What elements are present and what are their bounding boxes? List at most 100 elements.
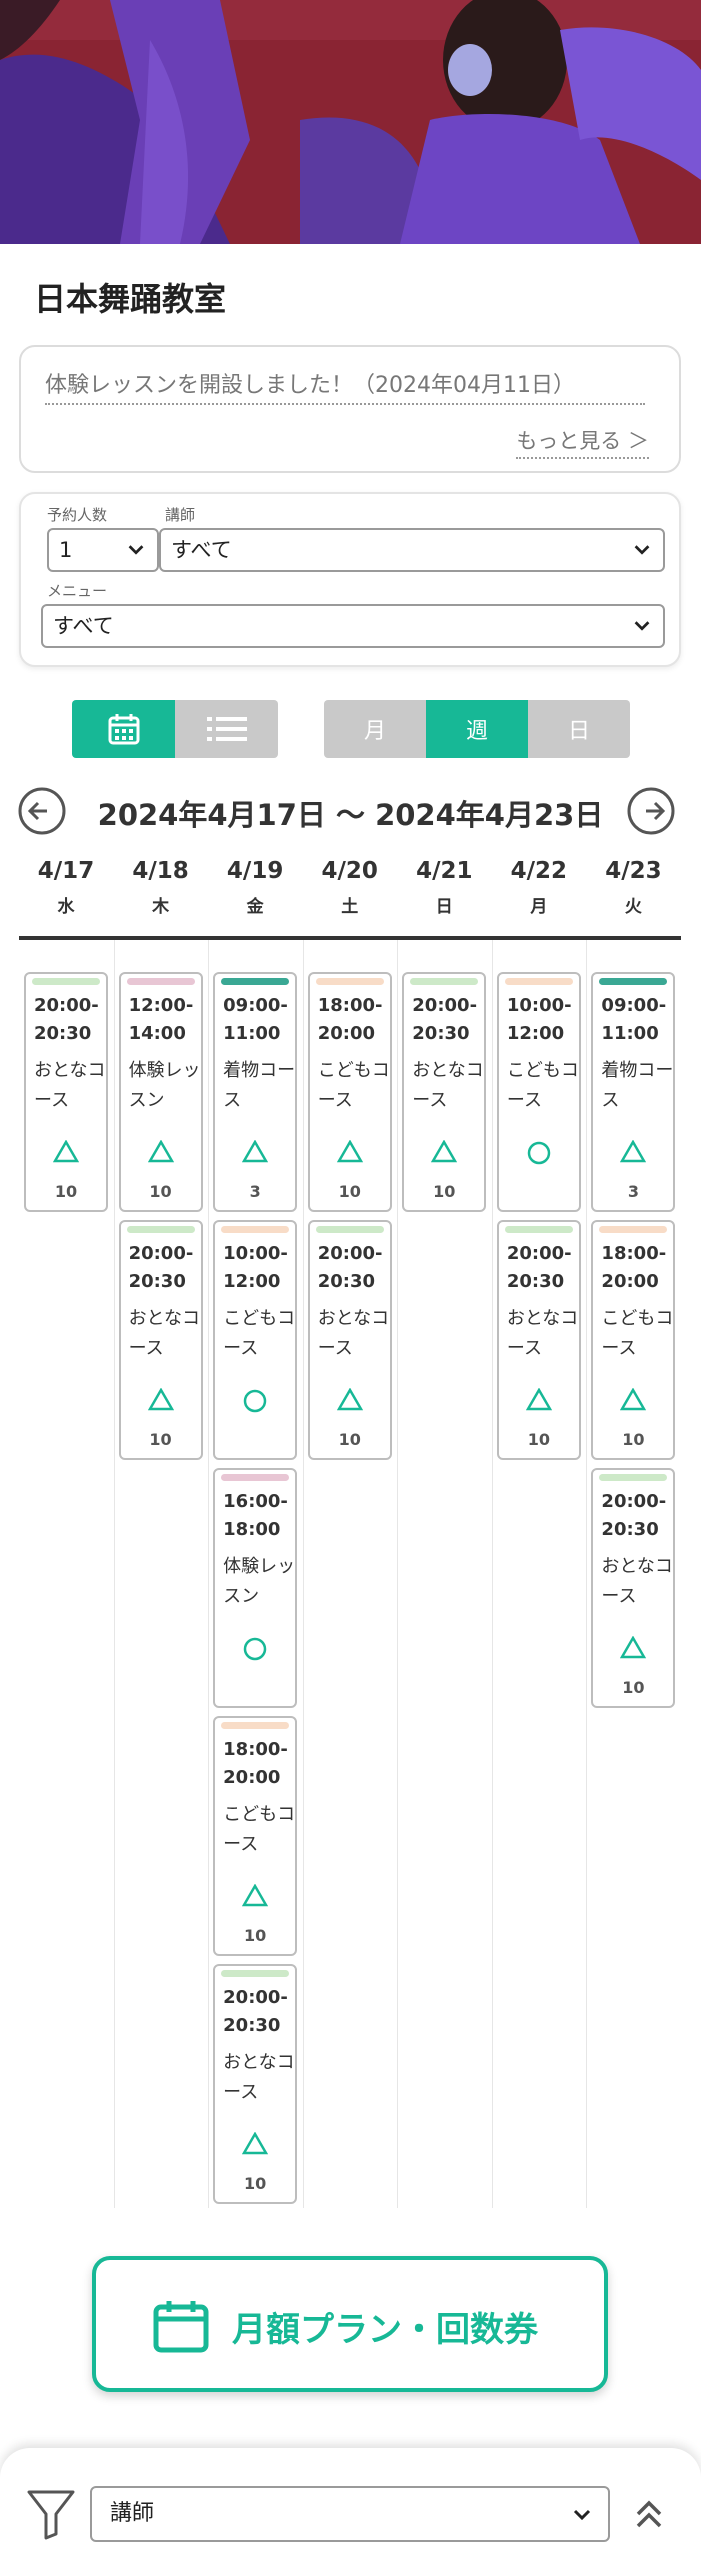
triangle-icon xyxy=(242,1884,269,1907)
notice-card[interactable]: 体験レッスンを開設しました！（2024年04月11日） もっと見る ＞ xyxy=(19,345,681,473)
lesson-slot[interactable]: 09:00- 11:00 着物コース 3 xyxy=(213,972,298,1212)
course-color-bar xyxy=(221,1970,290,1977)
lesson-slot[interactable]: 10:00- 12:00 こどもコース xyxy=(496,972,581,1212)
filter-funnel-icon[interactable] xyxy=(26,2488,76,2540)
bottom-teacher-select[interactable]: 講師 xyxy=(90,2486,610,2542)
lesson-slot[interactable]: 20:00- 20:30 おとなコース 10 xyxy=(213,1964,298,2204)
slot-time: 09:00- 11:00 xyxy=(601,992,666,1048)
lesson-slot[interactable]: 20:00- 20:30 おとなコース 10 xyxy=(118,1220,203,1460)
availability-mark xyxy=(499,1388,579,1416)
day-header: 4/20 土 xyxy=(303,858,397,917)
more-link[interactable]: もっと見る ＞ xyxy=(516,425,649,459)
slot-time: 20:00- 20:30 xyxy=(507,1240,572,1296)
list-icon xyxy=(206,717,247,741)
day-date: 4/21 xyxy=(416,858,473,884)
slot-time: 20:00- 20:30 xyxy=(34,992,99,1048)
slot-time: 10:00- 12:00 xyxy=(507,992,572,1048)
availability-mark xyxy=(593,1636,673,1664)
people-select[interactable]: 1 xyxy=(47,528,159,572)
teacher-select[interactable]: すべて xyxy=(159,528,665,572)
slot-time-end: 20:30 xyxy=(223,2015,281,2036)
lesson-slot[interactable]: 20:00- 20:30 おとなコース 10 xyxy=(496,1220,581,1460)
course-color-bar xyxy=(599,1226,668,1233)
lesson-slot[interactable]: 10:00- 12:00 こどもコース xyxy=(213,1220,298,1460)
day-weekday: 日 xyxy=(435,897,453,917)
day-weekday: 火 xyxy=(624,897,642,917)
day-header: 4/22 月 xyxy=(492,858,586,917)
list-view-button[interactable] xyxy=(175,700,278,758)
course-color-bar xyxy=(315,1226,384,1233)
course-color-bar xyxy=(221,1474,290,1481)
slot-time-end: 12:00 xyxy=(223,1271,281,1292)
day-header: 4/18 木 xyxy=(114,858,208,917)
day-weekday: 金 xyxy=(246,897,264,917)
course-color-bar xyxy=(599,1474,668,1481)
calendar-icon xyxy=(153,2301,209,2353)
availability-mark xyxy=(26,1140,106,1168)
slot-time-start: 09:00- xyxy=(601,995,667,1016)
day-date: 4/18 xyxy=(132,858,189,884)
triangle-icon xyxy=(147,1140,174,1163)
availability-mark xyxy=(215,1388,295,1416)
lesson-slot[interactable]: 18:00- 20:00 こどもコース 10 xyxy=(307,972,392,1212)
menu-select-value: すべて xyxy=(53,614,114,638)
lesson-slot[interactable]: 20:00- 20:30 おとなコース 10 xyxy=(402,972,487,1212)
triangle-icon xyxy=(242,1140,269,1163)
slot-time-start: 09:00- xyxy=(223,995,288,1016)
tab-month[interactable]: 月 xyxy=(324,700,426,758)
slot-time-end: 20:00 xyxy=(223,1767,281,1788)
course-color-bar xyxy=(126,1226,195,1233)
slot-time-end: 12:00 xyxy=(506,1023,565,1044)
chevron-down-icon xyxy=(128,545,144,555)
triangle-icon xyxy=(53,1140,79,1163)
day-weekday: 水 xyxy=(57,897,75,917)
calendar-view-button[interactable] xyxy=(72,700,175,758)
tab-week[interactable]: 週 xyxy=(426,700,528,758)
slot-course-name: こどもコース xyxy=(223,1308,296,1359)
circle-icon xyxy=(243,1637,267,1661)
day-weekday: 木 xyxy=(152,897,170,917)
slot-capacity: 10 xyxy=(244,2174,267,2193)
slot-time-start: 20:00- xyxy=(128,1243,194,1264)
course-color-bar xyxy=(315,978,384,985)
slot-capacity: 10 xyxy=(338,1182,361,1201)
triangle-icon xyxy=(620,1140,647,1163)
lesson-slot[interactable]: 12:00- 14:00 体験レッスン 10 xyxy=(118,972,203,1212)
lesson-slot[interactable]: 18:00- 20:00 こどもコース 10 xyxy=(591,1220,676,1460)
monthly-plan-button[interactable]: 月額プラン・回数券 xyxy=(92,2256,608,2392)
view-toggle xyxy=(72,700,278,758)
availability-mark xyxy=(404,1140,484,1168)
lesson-slot[interactable]: 18:00- 20:00 こどもコース 10 xyxy=(213,1716,298,1956)
slot-course-name: こどもコース xyxy=(317,1060,390,1111)
availability-mark xyxy=(310,1388,390,1416)
slot-time: 09:00- 11:00 xyxy=(223,992,288,1048)
date-range-nav: 2024年4月17日 〜 2024年4月23日 xyxy=(0,782,701,842)
slot-time-start: 20:00- xyxy=(601,1491,667,1512)
lesson-slot[interactable]: 16:00- 18:00 体験レッスン xyxy=(213,1468,298,1708)
next-week-button[interactable] xyxy=(626,786,676,836)
slot-course-name: こどもコース xyxy=(601,1308,674,1359)
notice-text[interactable]: 体験レッスンを開設しました！（2024年04月11日） xyxy=(45,367,645,405)
slot-capacity: 3 xyxy=(627,1182,639,1201)
day-header: 4/19 金 xyxy=(208,858,302,917)
slot-time: 20:00- 20:30 xyxy=(412,992,477,1048)
course-color-bar xyxy=(221,1722,290,1729)
availability-mark xyxy=(215,2132,295,2160)
double-chevron-up-icon[interactable] xyxy=(632,2494,666,2534)
lesson-slot[interactable]: 20:00- 20:30 おとなコース 10 xyxy=(591,1468,676,1708)
menu-select[interactable]: すべて xyxy=(41,604,665,648)
slot-course-name: 着物コース xyxy=(223,1060,296,1111)
column-divider xyxy=(208,940,210,2208)
lesson-slot[interactable]: 20:00- 20:30 おとなコース 10 xyxy=(24,972,108,1212)
slot-time: 20:00- 20:30 xyxy=(318,1240,383,1296)
slot-time-start: 18:00- xyxy=(601,1243,667,1264)
slot-time-end: 20:30 xyxy=(317,1271,375,1292)
lesson-slot[interactable]: 20:00- 20:30 おとなコース 10 xyxy=(307,1220,392,1460)
course-color-bar xyxy=(221,1226,290,1233)
tab-day[interactable]: 日 xyxy=(528,700,630,758)
slot-time: 18:00- 20:00 xyxy=(318,992,383,1048)
lesson-slot[interactable]: 09:00- 11:00 着物コース 3 xyxy=(591,972,676,1212)
triangle-icon xyxy=(147,1388,174,1411)
slot-time: 20:00- 20:30 xyxy=(223,1984,288,2040)
slot-time-end: 20:30 xyxy=(506,1271,565,1292)
